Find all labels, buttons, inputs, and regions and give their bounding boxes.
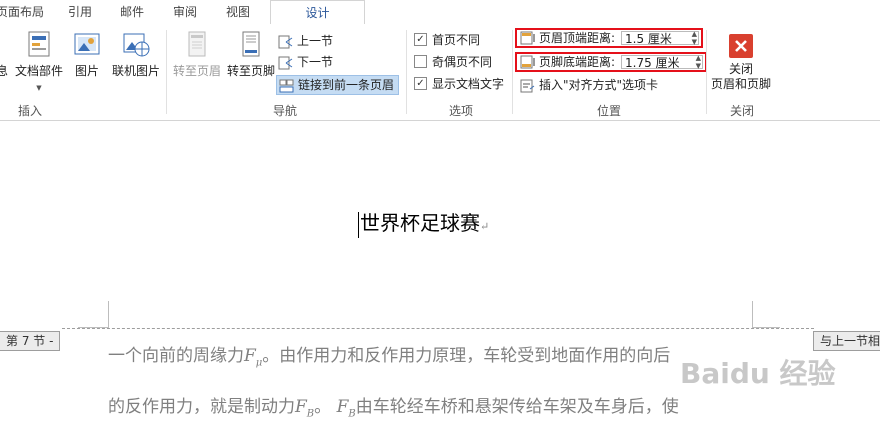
options-group-label: 选项: [448, 104, 473, 118]
footer-text-line[interactable]: 世界杯足球赛↵: [358, 207, 489, 238]
section-tag: 第 7 节 -: [0, 331, 61, 351]
footer-page-icon: [237, 30, 265, 58]
checkbox-checked-icon: ✓: [414, 77, 427, 90]
prev-section-button[interactable]: 上一节: [278, 32, 333, 50]
tab-references[interactable]: 引用: [60, 0, 100, 24]
footer-boundary-line: [62, 328, 814, 329]
baidu-watermark: Baidu 经验: [680, 357, 836, 390]
close-icon: [729, 34, 753, 58]
link-to-previous-button[interactable]: 链接到前一条页眉: [276, 75, 400, 95]
doc-parts-button[interactable]: 文档部件 ▼: [14, 30, 64, 93]
insert-alignment-tab-button[interactable]: 插入"对齐方式"选项卡: [520, 76, 658, 94]
picture-icon: [73, 30, 101, 58]
insert-group-label: 插入: [17, 104, 42, 118]
divider: [406, 30, 407, 114]
header-top-distance-input[interactable]: 1.5 厘米: [621, 31, 699, 46]
online-picture-icon: [122, 30, 150, 58]
margin-marker: [752, 301, 753, 327]
ribbon: 息 文档部件 ▼ 图片 联机图片 插入 转至页眉 转至页脚 上一节 下一节 链接…: [0, 24, 880, 121]
goto-header-button[interactable]: 转至页眉: [170, 30, 224, 79]
body-paragraph-line: 一个向前的周缘力Fμ。由作用力和反作用力原理，车轮受到地面作用的向后: [108, 346, 671, 369]
spinner-arrows-icon[interactable]: ▲ ▼: [696, 54, 701, 70]
header-page-icon: [183, 30, 211, 58]
footer-bottom-distance-input[interactable]: 1.75 厘米: [621, 55, 703, 70]
online-picture-button[interactable]: 联机图片: [108, 30, 164, 79]
link-icon: [279, 79, 295, 93]
header-distance-icon: [520, 31, 536, 48]
margin-marker: [108, 301, 109, 327]
odd-even-different-checkbox[interactable]: 奇偶页不同: [414, 53, 492, 71]
position-group-label: 位置: [596, 104, 621, 118]
tab-design[interactable]: 设计: [270, 0, 365, 25]
header-top-distance-control: 页眉顶端距离: 1.5 厘米 ▲ ▼: [515, 28, 703, 48]
footer-bottom-distance-control: 页脚底端距离: 1.75 厘米 ▲ ▼: [515, 52, 707, 72]
checkbox-empty-icon: [414, 55, 427, 68]
nav-group-label: 导航: [272, 104, 297, 118]
close-group-label: 关闭: [729, 104, 754, 118]
show-doc-text-checkbox[interactable]: ✓ 显示文档文字: [414, 75, 504, 93]
checkbox-checked-icon: ✓: [414, 33, 427, 46]
divider: [706, 30, 707, 114]
tab-mailings[interactable]: 邮件: [112, 0, 152, 24]
tab-review[interactable]: 审阅: [165, 0, 205, 24]
next-section-icon: [278, 56, 294, 70]
next-section-button[interactable]: 下一节: [278, 53, 333, 71]
first-page-different-checkbox[interactable]: ✓ 首页不同: [414, 31, 480, 49]
spinner-arrows-icon[interactable]: ▲ ▼: [692, 30, 697, 46]
ribbon-tabs: 页面布局 引用 邮件 审阅 视图 设计: [0, 0, 880, 25]
doc-parts-icon: [25, 30, 53, 58]
footer-distance-icon: [520, 55, 536, 72]
footer-bottom-distance-label: 页脚底端距离:: [539, 55, 616, 69]
paragraph-mark-icon: ↵: [480, 220, 490, 233]
align-tab-icon: [520, 79, 536, 93]
goto-footer-button[interactable]: 转至页脚: [224, 30, 278, 79]
close-header-footer-button[interactable]: 关闭 页眉和页脚: [708, 30, 774, 92]
divider: [512, 30, 513, 114]
tab-view[interactable]: 视图: [218, 0, 258, 24]
same-as-previous-tag: 与上一节相: [813, 331, 880, 351]
divider: [166, 30, 167, 114]
header-top-distance-label: 页眉顶端距离:: [539, 31, 616, 45]
tab-page-layout[interactable]: 页面布局: [0, 0, 46, 24]
prev-section-icon: [278, 35, 294, 49]
picture-button[interactable]: 图片: [68, 30, 106, 79]
body-paragraph-line: 的反作用力，就是制动力FB。 FB由车轮经车桥和悬架传给车架及车身后，使: [108, 397, 679, 420]
info-button[interactable]: 息: [0, 30, 12, 79]
text-cursor: [358, 211, 359, 238]
